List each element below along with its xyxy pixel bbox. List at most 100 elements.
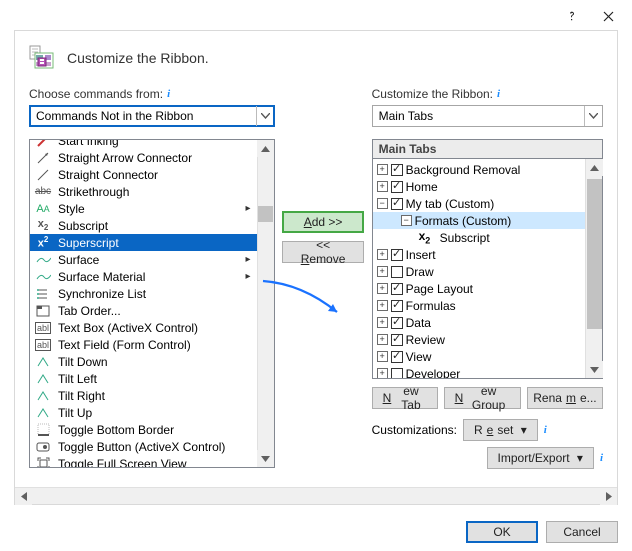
info-icon[interactable]: i	[497, 88, 500, 100]
command-item[interactable]: Toggle Bottom Border	[30, 421, 257, 438]
command-icon	[34, 354, 52, 370]
command-item[interactable]: x2 Subscript	[30, 217, 257, 234]
command-label: Superscript	[58, 236, 257, 250]
combo-value: Commands Not in the Ribbon	[36, 109, 193, 123]
customize-ribbon-combo[interactable]: Main Tabs	[372, 105, 603, 127]
command-icon: x2	[34, 218, 52, 234]
command-item[interactable]: Start Inking	[30, 140, 257, 149]
new-tab-button[interactable]: New Tab	[372, 387, 438, 409]
tree-header: Main Tabs	[372, 139, 603, 158]
command-icon	[34, 371, 52, 387]
close-button[interactable]	[590, 4, 626, 28]
command-item[interactable]: x2 Superscript	[30, 234, 257, 251]
tree-item-pagelayout[interactable]: +✓Page Layout	[373, 280, 585, 297]
tree-item-mytab[interactable]: −✓My tab (Custom)	[373, 195, 585, 212]
reset-menu-button[interactable]: Reset ▾	[463, 419, 538, 441]
command-icon	[34, 456, 52, 468]
command-icon	[34, 150, 52, 166]
command-icon	[34, 167, 52, 183]
info-icon[interactable]: i	[167, 88, 170, 100]
command-icon	[34, 140, 52, 149]
remove-button[interactable]: << Remove	[282, 241, 364, 263]
info-icon[interactable]: i	[544, 424, 547, 436]
commands-list[interactable]: Start Inking Straight Arrow Connector Stra…	[29, 139, 275, 468]
command-label: Tilt Left	[58, 372, 257, 386]
help-button[interactable]	[554, 4, 590, 28]
command-item[interactable]: Tilt Up	[30, 404, 257, 421]
command-item[interactable]: abl Text Box (ActiveX Control)	[30, 319, 257, 336]
command-item[interactable]: Toggle Full Screen View	[30, 455, 257, 467]
tree-item-draw[interactable]: +Draw	[373, 263, 585, 280]
tree-item-bg[interactable]: +✓Background Removal	[373, 161, 585, 178]
command-label: Toggle Button (ActiveX Control)	[58, 440, 257, 454]
command-icon	[34, 422, 52, 438]
new-group-button[interactable]: New Group	[444, 387, 521, 409]
command-icon	[34, 286, 52, 302]
command-item[interactable]: Tab Order...	[30, 302, 257, 319]
command-item[interactable]: Surface Material▸	[30, 268, 257, 285]
command-item[interactable]: Surface▸	[30, 251, 257, 268]
ok-button[interactable]: OK	[466, 521, 538, 543]
choose-commands-label: Choose commands from:	[29, 87, 163, 101]
tree-item-home[interactable]: +✓Home	[373, 178, 585, 195]
command-item[interactable]: AAStyle▸	[30, 200, 257, 217]
tree-item-formats[interactable]: −Formats (Custom)	[373, 212, 585, 229]
import-export-menu-button[interactable]: Import/Export ▾	[487, 447, 594, 469]
command-label: Straight Connector	[58, 168, 257, 182]
command-item[interactable]: abl Text Field (Form Control)	[30, 336, 257, 353]
tree-item-formulas[interactable]: +✓Formulas	[373, 297, 585, 314]
command-item[interactable]: abcStrikethrough	[30, 183, 257, 200]
dialog-body: Customize the Ribbon. Choose commands fr…	[14, 30, 618, 505]
command-label: Subscript	[58, 219, 257, 233]
command-icon	[34, 439, 52, 455]
tree-item-developer[interactable]: +Developer	[373, 365, 585, 378]
command-label: Tilt Right	[58, 389, 257, 403]
chevron-down-icon	[584, 106, 602, 126]
command-item[interactable]: Straight Arrow Connector	[30, 149, 257, 166]
scroll-thumb[interactable]	[258, 206, 273, 222]
command-icon	[34, 303, 52, 319]
command-label: Tab Order...	[58, 304, 257, 318]
tree-item-view[interactable]: +✓View	[373, 348, 585, 365]
command-icon: x2	[34, 235, 52, 251]
command-item[interactable]: Synchronize List	[30, 285, 257, 302]
ribbon-tree[interactable]: +✓Background Removal +✓Home −✓My tab (Cu…	[372, 158, 603, 379]
tree-item-review[interactable]: +✓Review	[373, 331, 585, 348]
command-label: Text Field (Form Control)	[58, 338, 257, 352]
add-button[interactable]: Add >>	[282, 211, 364, 233]
command-label: Straight Arrow Connector	[58, 151, 257, 165]
command-icon: abl	[34, 320, 52, 336]
command-item[interactable]: Straight Connector	[30, 166, 257, 183]
scrollbar[interactable]	[585, 159, 602, 378]
tree-item-data[interactable]: +✓Data	[373, 314, 585, 331]
info-icon[interactable]: i	[600, 452, 603, 464]
command-label: Toggle Full Screen View	[58, 457, 257, 468]
command-item[interactable]: Tilt Left	[30, 370, 257, 387]
scroll-thumb[interactable]	[587, 179, 602, 329]
command-item[interactable]: Tilt Down	[30, 353, 257, 370]
dialog-title: Customize the Ribbon.	[67, 50, 209, 66]
scrollbar[interactable]	[257, 140, 274, 467]
tree-item-insert[interactable]: +✓Insert	[373, 246, 585, 263]
customize-ribbon-label: Customize the Ribbon:	[372, 87, 493, 101]
command-icon	[34, 269, 52, 285]
command-icon	[34, 405, 52, 421]
command-label: Tilt Up	[58, 406, 257, 420]
command-item[interactable]: Tilt Right	[30, 387, 257, 404]
subscript-icon: x2	[419, 229, 431, 245]
submenu-arrow-icon: ▸	[246, 271, 257, 282]
command-item[interactable]: Toggle Button (ActiveX Control)	[30, 438, 257, 455]
tree-item-subscript[interactable]: x2 Subscript	[373, 229, 585, 246]
horizontal-scrollbar[interactable]	[15, 487, 617, 504]
rename-button[interactable]: Rename...	[527, 387, 603, 409]
command-icon: AA	[34, 201, 52, 217]
command-label: Toggle Bottom Border	[58, 423, 257, 437]
submenu-arrow-icon: ▸	[246, 254, 257, 265]
choose-commands-combo[interactable]: Commands Not in the Ribbon	[29, 105, 275, 127]
command-icon: abl	[34, 337, 52, 353]
command-label: Text Box (ActiveX Control)	[58, 321, 257, 335]
command-icon	[34, 388, 52, 404]
cancel-button[interactable]: Cancel	[546, 521, 618, 543]
ribbon-icon	[29, 45, 57, 71]
command-label: Style	[58, 202, 240, 216]
